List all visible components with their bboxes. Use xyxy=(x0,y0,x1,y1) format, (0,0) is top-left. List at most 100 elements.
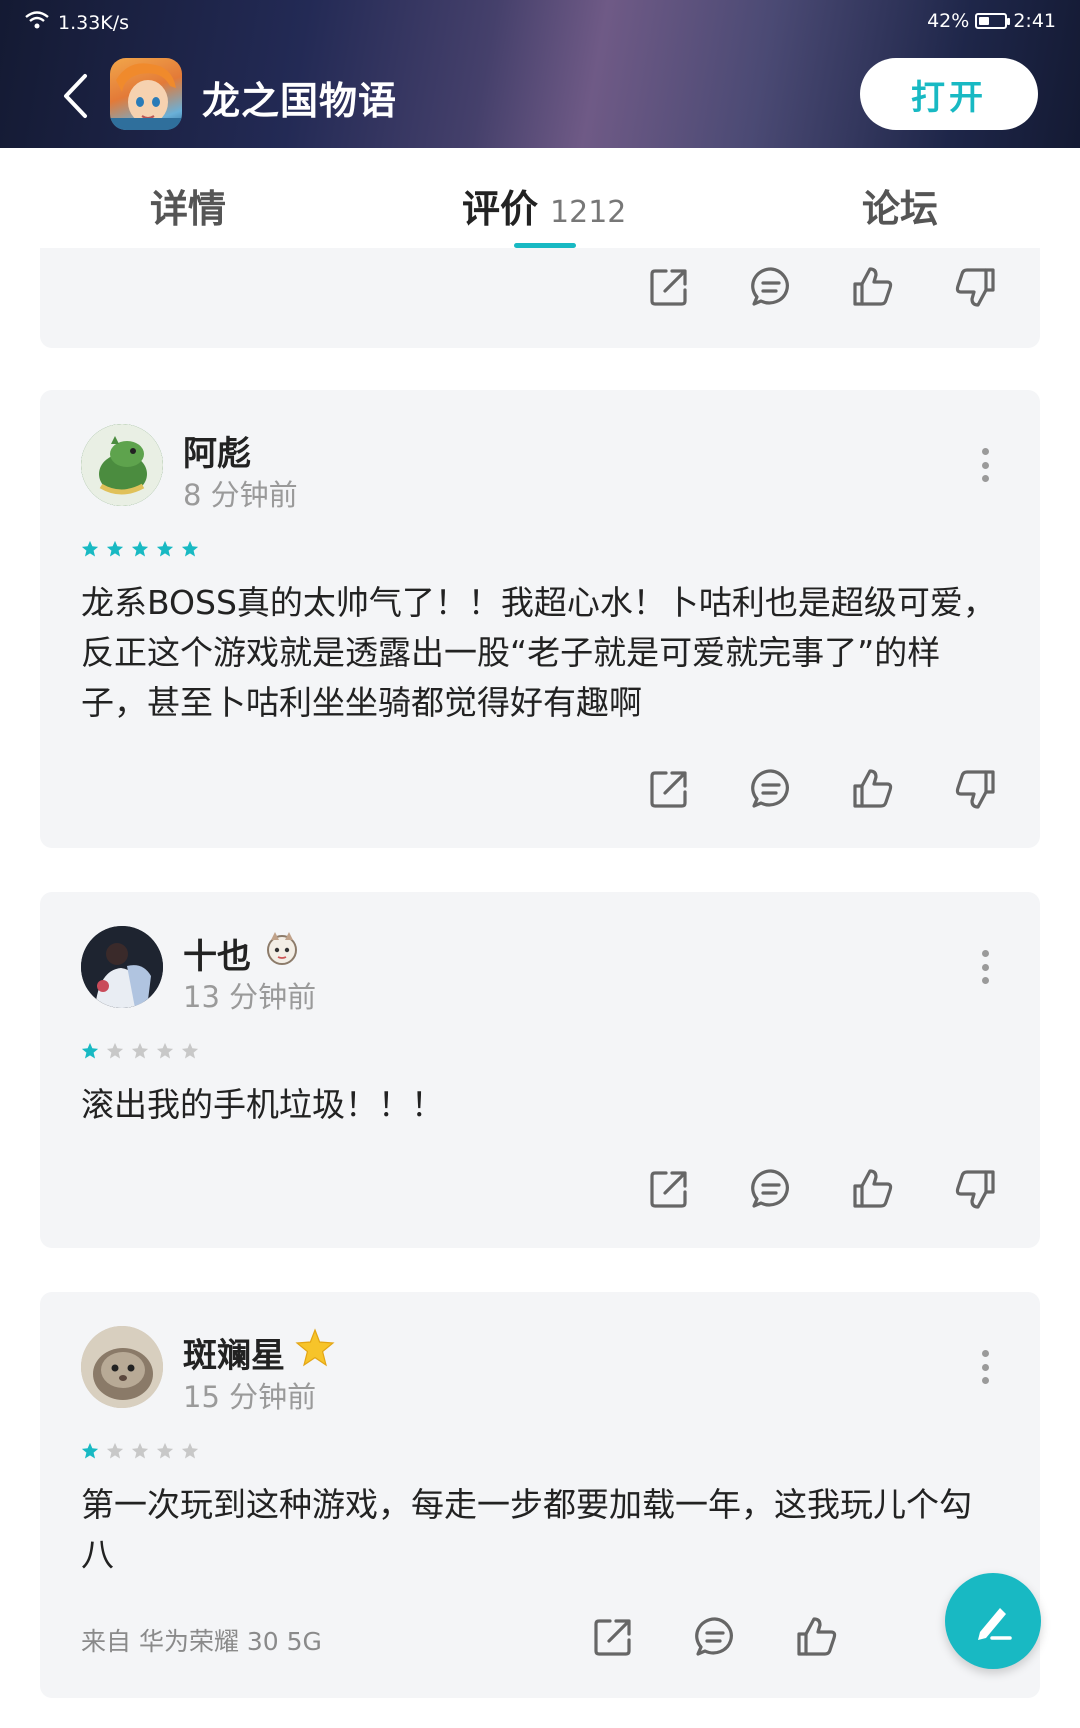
share-button[interactable] xyxy=(588,1612,638,1662)
review-actions xyxy=(588,1612,842,1662)
like-button[interactable] xyxy=(848,764,898,814)
review-text: 龙系BOSS真的太帅气了！！我超心水！卜咕利也是超级可爱，反正这个游戏就是透露出… xyxy=(81,583,996,722)
tab-reviews-label: 评价 xyxy=(462,187,539,231)
like-button[interactable] xyxy=(792,1612,842,1662)
thumbs-up-icon xyxy=(853,1169,893,1208)
clock: 2:41 xyxy=(1013,10,1056,32)
avatar[interactable] xyxy=(81,926,163,1008)
star-filled-icon xyxy=(81,1042,99,1059)
tab-forum-label: 论坛 xyxy=(862,187,939,231)
comment-button[interactable] xyxy=(746,1164,796,1214)
more-vertical-icon xyxy=(981,950,989,957)
back-button[interactable] xyxy=(50,66,100,126)
more-options-button[interactable] xyxy=(978,1350,992,1384)
dislike-button[interactable] xyxy=(950,1164,1000,1214)
share-button[interactable] xyxy=(644,262,694,312)
star-filled-icon xyxy=(156,540,174,557)
tab-details-label: 详情 xyxy=(150,187,227,231)
app-title: 龙之国物语 xyxy=(202,79,398,123)
star-empty-icon xyxy=(106,1442,124,1459)
star-rating xyxy=(81,1042,199,1060)
chevron-left-icon xyxy=(64,74,87,118)
more-options-button[interactable] xyxy=(978,448,992,482)
star-empty-icon xyxy=(131,1042,149,1059)
review-card: 斑斓星 15 分钟前 第一次玩到这种游戏，每走一步都要加载一年，这我玩儿个勾八 … xyxy=(40,1292,1040,1698)
review-text: 第一次玩到这种游戏，每走一步都要加载一年，这我玩儿个勾八 xyxy=(81,1485,972,1574)
write-review-button[interactable] xyxy=(945,1573,1041,1669)
star-empty-icon xyxy=(156,1442,174,1459)
review-card-partial xyxy=(40,248,1040,348)
review-card: 十也 13 分钟前 滚出我的手机垃圾！！！ xyxy=(40,892,1040,1248)
tab-forum[interactable]: 论坛 xyxy=(862,178,938,233)
star-rating xyxy=(81,540,199,558)
username-text: 十也 xyxy=(183,937,251,977)
like-button[interactable] xyxy=(848,1164,898,1214)
tab-details[interactable]: 详情 xyxy=(150,178,226,233)
battery-icon xyxy=(975,13,1011,29)
thumbs-down-icon xyxy=(955,268,995,307)
user-badge-icon xyxy=(261,928,303,979)
star-emoji-icon xyxy=(295,1328,335,1377)
comment-button[interactable] xyxy=(746,262,796,312)
username[interactable]: 十也 xyxy=(183,928,303,979)
thumbs-up-icon xyxy=(853,769,893,808)
star-empty-icon xyxy=(156,1042,174,1059)
star-filled-icon xyxy=(81,540,99,557)
username[interactable]: 斑斓星 xyxy=(183,1328,335,1377)
dislike-button[interactable] xyxy=(950,764,1000,814)
app-icon xyxy=(110,58,182,130)
like-button[interactable] xyxy=(848,262,898,312)
share-icon xyxy=(594,1619,631,1656)
tab-bar: 详情 评价 1212 论坛 xyxy=(0,148,1080,248)
thumbs-down-icon xyxy=(955,770,995,809)
star-empty-icon xyxy=(106,1042,124,1059)
review-actions xyxy=(644,764,1000,814)
status-left: 1.33K/s xyxy=(24,10,129,35)
screen: 1.33K/s 42% 2:41 龙之国物语 打开 详情 评价 1212 论坛 … xyxy=(0,0,1080,1728)
review-time: 13 分钟前 xyxy=(183,980,317,1014)
comment-button[interactable] xyxy=(746,764,796,814)
share-button[interactable] xyxy=(644,764,694,814)
star-empty-icon xyxy=(131,1442,149,1459)
star-rating xyxy=(81,1442,199,1460)
review-time: 15 分钟前 xyxy=(183,1380,317,1414)
avatar[interactable] xyxy=(81,424,163,506)
star-filled-icon xyxy=(81,1442,99,1459)
review-time: 8 分钟前 xyxy=(183,478,298,512)
review-text: 滚出我的手机垃圾！！！ xyxy=(81,1085,444,1124)
status-right: 42% 2:41 xyxy=(927,10,1056,32)
title-row: 龙之国物语 打开 xyxy=(0,56,1080,136)
thumbs-up-icon xyxy=(853,267,893,306)
battery-percent: 42% xyxy=(927,10,970,32)
app-header: 1.33K/s 42% 2:41 龙之国物语 打开 xyxy=(0,0,1080,148)
network-speed: 1.33K/s xyxy=(58,11,130,34)
open-app-button[interactable]: 打开 xyxy=(860,58,1038,130)
star-filled-icon xyxy=(131,540,149,557)
status-bar: 1.33K/s 42% 2:41 xyxy=(0,0,1080,42)
share-icon xyxy=(650,269,687,306)
username-text: 斑斓星 xyxy=(183,1336,285,1376)
share-button[interactable] xyxy=(644,1164,694,1214)
share-icon xyxy=(650,1171,687,1208)
star-empty-icon xyxy=(181,1442,199,1459)
more-options-button[interactable] xyxy=(978,950,992,984)
comment-icon xyxy=(751,1169,789,1208)
avatar[interactable] xyxy=(81,1326,163,1408)
comment-icon xyxy=(751,769,789,808)
star-empty-icon xyxy=(181,1042,199,1059)
review-count: 1212 xyxy=(550,195,627,230)
star-filled-icon xyxy=(106,540,124,557)
thumbs-down-icon xyxy=(955,1170,995,1209)
username-text: 阿彪 xyxy=(183,434,251,474)
tab-reviews[interactable]: 评价 1212 xyxy=(462,178,626,233)
username[interactable]: 阿彪 xyxy=(183,426,251,475)
review-card: 阿彪 8 分钟前 龙系BOSS真的太帅气了！！我超心水！卜咕利也是超级可爱，反正… xyxy=(40,390,1040,848)
comment-button[interactable] xyxy=(690,1612,740,1662)
dislike-button[interactable] xyxy=(950,262,1000,312)
review-actions xyxy=(644,262,1000,312)
comment-icon xyxy=(751,267,789,306)
review-actions xyxy=(644,1164,1000,1214)
device-source: 来自 华为荣耀 30 5G xyxy=(81,1627,322,1656)
thumbs-up-icon xyxy=(797,1617,837,1656)
star-filled-icon xyxy=(181,540,199,557)
